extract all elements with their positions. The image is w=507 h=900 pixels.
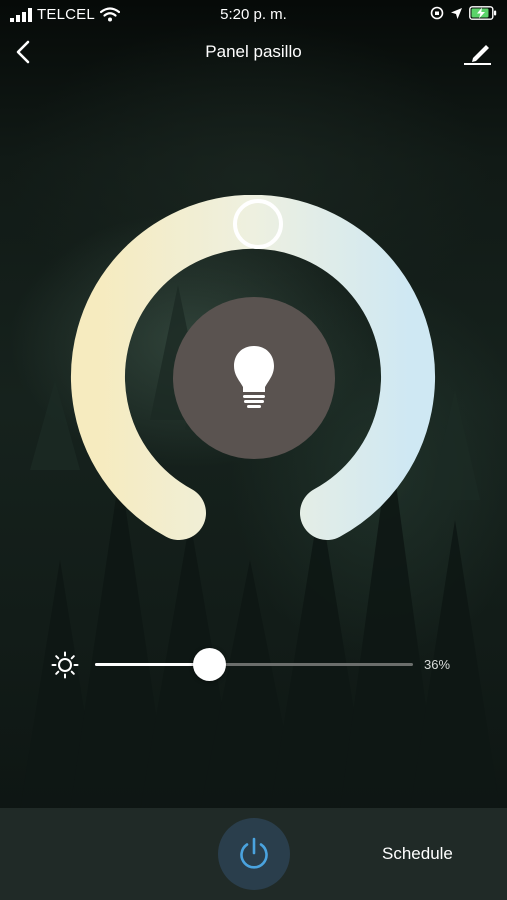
power-button[interactable] (218, 818, 290, 890)
battery-charging-icon (469, 6, 497, 20)
status-bar: TELCEL 5:20 p. m. (0, 0, 507, 30)
light-bulb-button[interactable] (173, 297, 335, 459)
location-arrow-icon (451, 7, 462, 19)
bottom-bar: Schedule (0, 808, 507, 900)
brightness-slider[interactable] (95, 648, 413, 681)
schedule-button[interactable]: Schedule (382, 844, 453, 864)
brightness-control: 36% (0, 640, 507, 690)
edit-button[interactable] (463, 38, 493, 66)
brightness-value: 36% (424, 657, 451, 672)
brightness-sun-icon (51, 651, 79, 679)
nav-bar: Panel pasillo (0, 30, 507, 74)
page-title: Panel pasillo (205, 42, 302, 61)
light-bulb-icon (234, 346, 274, 408)
status-right (430, 6, 497, 20)
orientation-lock-icon (430, 6, 444, 20)
brightness-slider-thumb[interactable] (192, 648, 226, 681)
pencil-icon (464, 45, 491, 65)
power-icon (240, 837, 268, 869)
